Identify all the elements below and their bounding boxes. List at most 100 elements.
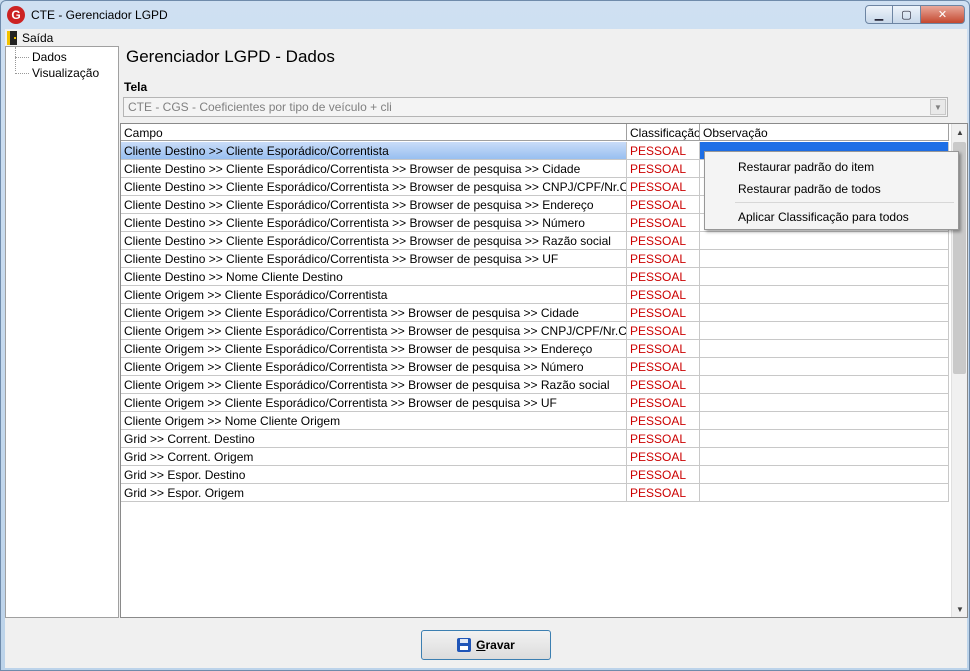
menu-exit[interactable]: Saída — [5, 29, 53, 46]
cell-campo[interactable]: Cliente Origem >> Cliente Esporádico/Cor… — [121, 322, 627, 340]
chevron-down-icon[interactable]: ▼ — [930, 99, 946, 115]
cell-classificacao[interactable]: PESSOAL — [627, 250, 700, 268]
table-row[interactable]: Cliente Destino >> Cliente Esporádico/Co… — [121, 250, 949, 268]
app-logo-icon: G — [7, 6, 25, 24]
cell-classificacao[interactable]: PESSOAL — [627, 466, 700, 484]
column-header-observacao[interactable]: Observação — [700, 124, 949, 141]
cell-campo[interactable]: Cliente Destino >> Nome Cliente Destino — [121, 268, 627, 286]
cell-classificacao[interactable]: PESSOAL — [627, 412, 700, 430]
cell-classificacao[interactable]: PESSOAL — [627, 232, 700, 250]
table-row[interactable]: Cliente Origem >> Nome Cliente Origem PES… — [121, 412, 949, 430]
save-button-label: Gravar — [476, 638, 515, 652]
save-button[interactable]: Gravar — [421, 630, 551, 660]
scroll-down-icon[interactable]: ▼ — [952, 601, 967, 617]
cell-classificacao[interactable]: PESSOAL — [627, 160, 700, 178]
cell-campo[interactable]: Cliente Origem >> Cliente Esporádico/Cor… — [121, 340, 627, 358]
table-row[interactable]: Grid >> Corrent. Destino PESSOAL — [121, 430, 949, 448]
cell-campo[interactable]: Grid >> Espor. Destino — [121, 466, 627, 484]
cell-classificacao[interactable]: PESSOAL — [627, 142, 700, 160]
cell-campo[interactable]: Cliente Origem >> Cliente Esporádico/Cor… — [121, 394, 627, 412]
table-row[interactable]: Cliente Origem >> Cliente Esporádico/Cor… — [121, 358, 949, 376]
navigation-tree: Dados Visualização — [5, 46, 119, 618]
cell-classificacao[interactable]: PESSOAL — [627, 322, 700, 340]
cell-observacao[interactable] — [700, 286, 949, 304]
cell-observacao[interactable] — [700, 340, 949, 358]
scroll-up-icon[interactable]: ▲ — [952, 124, 967, 140]
cell-campo[interactable]: Cliente Origem >> Cliente Esporádico/Cor… — [121, 304, 627, 322]
table-row[interactable]: Cliente Origem >> Cliente Esporádico/Cor… — [121, 322, 949, 340]
cell-campo[interactable]: Grid >> Espor. Origem — [121, 484, 627, 502]
menu-exit-label: Saída — [22, 30, 54, 45]
cell-classificacao[interactable]: PESSOAL — [627, 214, 700, 232]
tela-combobox[interactable]: CTE - CGS - Coeficientes por tipo de veí… — [123, 97, 948, 117]
column-header-classificacao[interactable]: Classificação — [627, 124, 700, 141]
tree-item-dados[interactable]: Dados — [6, 49, 67, 65]
context-menu-item-restore-all[interactable]: Restaurar padrão de todos — [738, 179, 881, 199]
cell-classificacao[interactable]: PESSOAL — [627, 340, 700, 358]
cell-campo[interactable]: Cliente Destino >> Cliente Esporádico/Co… — [121, 160, 627, 178]
table-row[interactable]: Cliente Destino >> Nome Cliente Destino P… — [121, 268, 949, 286]
cell-classificacao[interactable]: PESSOAL — [627, 394, 700, 412]
cell-observacao[interactable] — [700, 358, 949, 376]
cell-observacao[interactable] — [700, 448, 949, 466]
cell-observacao[interactable] — [700, 430, 949, 448]
page-title: Gerenciador LGPD - Dados — [126, 47, 335, 66]
table-row[interactable]: Cliente Origem >> Cliente Esporádico/Cor… — [121, 340, 949, 358]
table-row[interactable]: Grid >> Espor. Destino PESSOAL — [121, 466, 949, 484]
cell-classificacao[interactable]: PESSOAL — [627, 286, 700, 304]
cell-classificacao[interactable]: PESSOAL — [627, 304, 700, 322]
table-row[interactable]: Cliente Origem >> Cliente Esporádico/Cor… — [121, 286, 949, 304]
cell-observacao[interactable] — [700, 466, 949, 484]
cell-campo[interactable]: Cliente Destino >> Cliente Esporádico/Co… — [121, 178, 627, 196]
cell-classificacao[interactable]: PESSOAL — [627, 268, 700, 286]
context-menu-separator — [735, 202, 954, 203]
cell-observacao[interactable] — [700, 304, 949, 322]
cell-campo[interactable]: Cliente Origem >> Cliente Esporádico/Cor… — [121, 358, 627, 376]
cell-campo[interactable]: Cliente Destino >> Cliente Esporádico/Co… — [121, 196, 627, 214]
close-button[interactable]: ✕ — [921, 5, 965, 24]
cell-classificacao[interactable]: PESSOAL — [627, 358, 700, 376]
table-row[interactable]: Cliente Destino >> Cliente Esporádico/Co… — [121, 232, 949, 250]
cell-observacao[interactable] — [700, 484, 949, 502]
table-row[interactable]: Cliente Origem >> Cliente Esporádico/Cor… — [121, 394, 949, 412]
cell-campo[interactable]: Cliente Destino >> Cliente Esporádico/Co… — [121, 250, 627, 268]
cell-campo[interactable]: Cliente Destino >> Cliente Esporádico/Co… — [121, 142, 627, 160]
table-row[interactable]: Grid >> Corrent. Origem PESSOAL — [121, 448, 949, 466]
cell-observacao[interactable] — [700, 376, 949, 394]
context-menu-item-restore-item[interactable]: Restaurar padrão do item — [738, 157, 874, 177]
cell-classificacao[interactable]: PESSOAL — [627, 430, 700, 448]
title-bar[interactable]: G CTE - Gerenciador LGPD ▁ ▢ ✕ — [1, 1, 969, 29]
maximize-button[interactable]: ▢ — [893, 5, 921, 24]
cell-campo[interactable]: Cliente Origem >> Cliente Esporádico/Cor… — [121, 286, 627, 304]
menu-bar: Saída — [5, 29, 967, 46]
cell-campo[interactable]: Grid >> Corrent. Origem — [121, 448, 627, 466]
cell-campo[interactable]: Cliente Destino >> Cliente Esporádico/Co… — [121, 214, 627, 232]
exit-door-icon — [7, 30, 17, 45]
cell-campo[interactable]: Cliente Origem >> Nome Cliente Origem — [121, 412, 627, 430]
minimize-button[interactable]: ▁ — [865, 5, 893, 24]
cell-campo[interactable]: Grid >> Corrent. Destino — [121, 430, 627, 448]
cell-classificacao[interactable]: PESSOAL — [627, 484, 700, 502]
column-header-campo[interactable]: Campo — [121, 124, 627, 141]
cell-campo[interactable]: Cliente Origem >> Cliente Esporádico/Cor… — [121, 376, 627, 394]
cell-observacao[interactable] — [700, 250, 949, 268]
table-row[interactable]: Cliente Origem >> Cliente Esporádico/Cor… — [121, 304, 949, 322]
cell-campo[interactable]: Cliente Destino >> Cliente Esporádico/Co… — [121, 232, 627, 250]
cell-observacao[interactable] — [700, 394, 949, 412]
context-menu-item-apply-all[interactable]: Aplicar Classificação para todos — [738, 207, 909, 227]
cell-classificacao[interactable]: PESSOAL — [627, 448, 700, 466]
tree-item-visualizacao[interactable]: Visualização — [6, 65, 99, 81]
cell-observacao[interactable] — [700, 322, 949, 340]
floppy-disk-icon — [457, 638, 472, 652]
tree-branch-line — [15, 72, 29, 74]
cell-classificacao[interactable]: PESSOAL — [627, 196, 700, 214]
cell-classificacao[interactable]: PESSOAL — [627, 178, 700, 196]
window-title: CTE - Gerenciador LGPD — [31, 8, 168, 22]
cell-classificacao[interactable]: PESSOAL — [627, 376, 700, 394]
cell-observacao[interactable] — [700, 268, 949, 286]
cell-observacao[interactable] — [700, 412, 949, 430]
cell-observacao[interactable] — [700, 232, 949, 250]
table-row[interactable]: Grid >> Espor. Origem PESSOAL — [121, 484, 949, 502]
table-row[interactable]: Cliente Origem >> Cliente Esporádico/Cor… — [121, 376, 949, 394]
tela-combobox-value: CTE - CGS - Coeficientes por tipo de veí… — [128, 100, 392, 114]
